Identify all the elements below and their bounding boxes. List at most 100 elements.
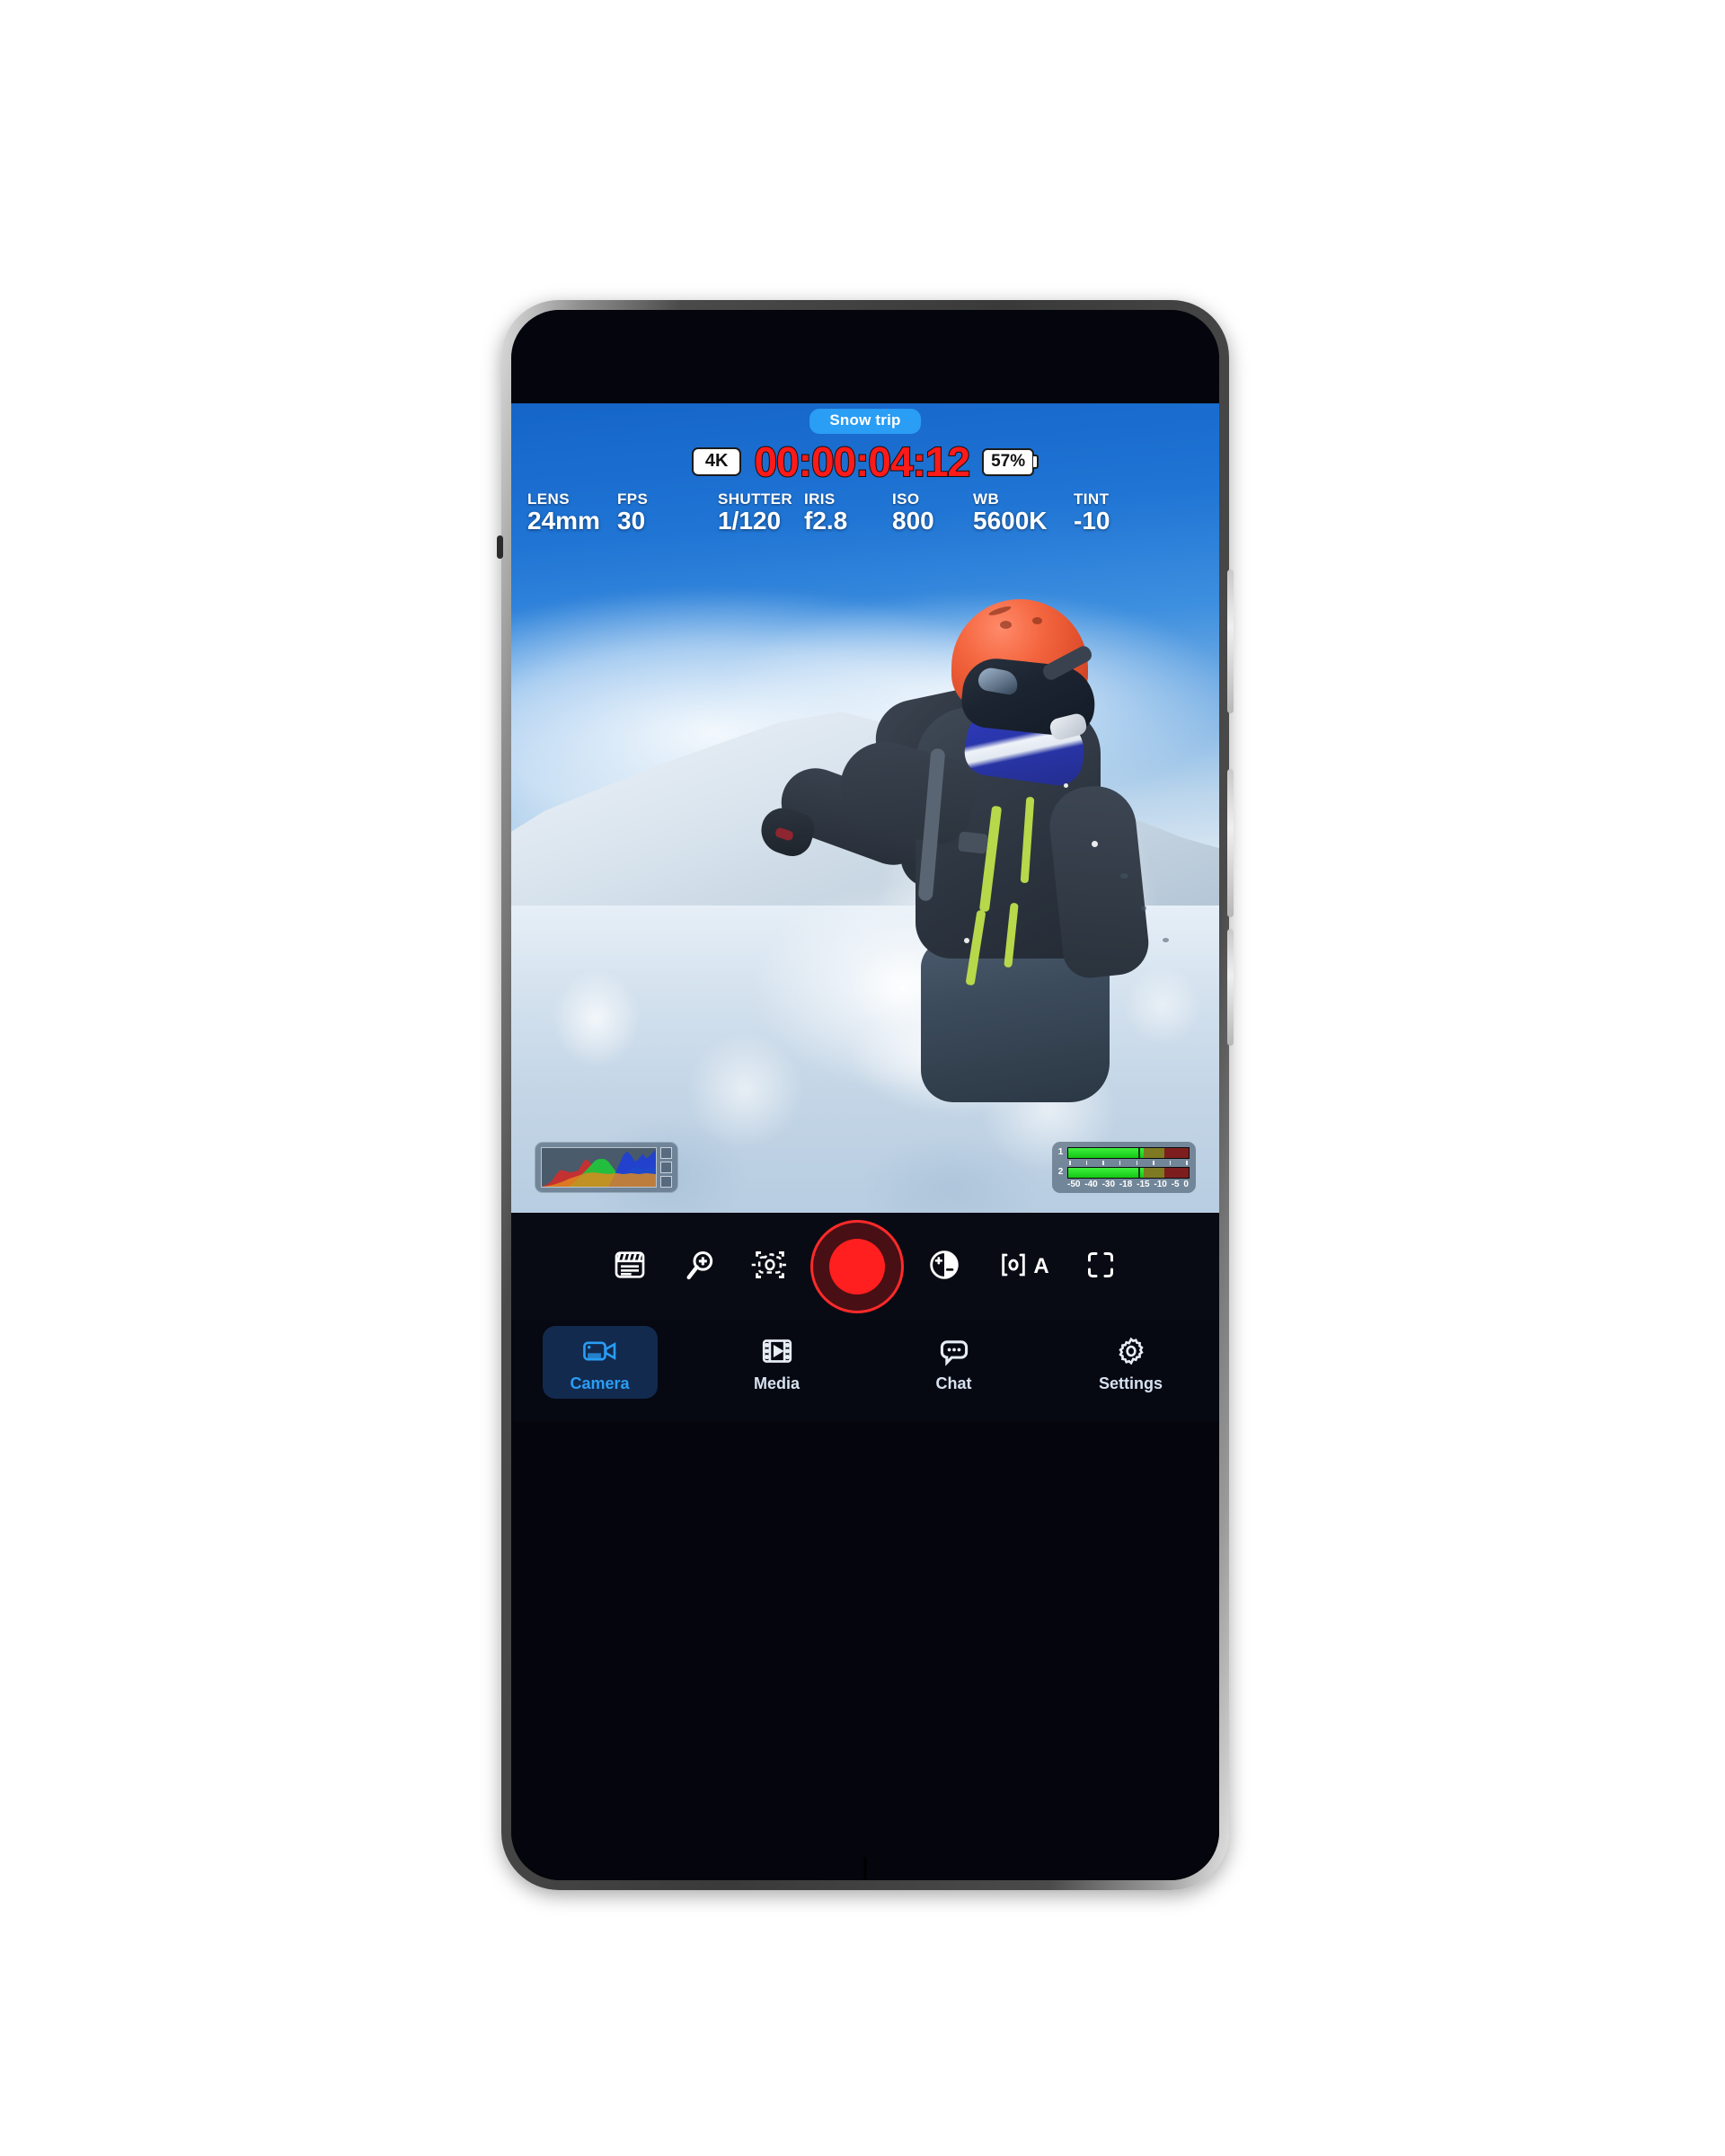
nav-item-media[interactable]: Media [720,1326,835,1399]
audio-scale-label: -5 [1171,1179,1180,1189]
snow-speck [1141,905,1147,911]
project-name-badge[interactable]: Snow trip [809,409,921,434]
audio-tick-row [1057,1160,1190,1165]
nav-item-settings[interactable]: Settings [1074,1326,1189,1399]
param-lens[interactable]: LENS 24mm [527,491,617,535]
audio-scale-label: -40 [1084,1179,1098,1189]
resolution-badge[interactable]: 4K [691,447,742,476]
snow-speck [964,937,970,943]
volume-down-button[interactable] [1227,929,1234,1046]
param-fps-label: FPS [617,490,649,508]
battery-indicator: 57% [982,447,1039,476]
param-tint[interactable]: TINT -10 [1074,490,1137,535]
audio-scale-labels: -50 -40 -30 -18 -15 -10 -5 0 [1057,1180,1190,1189]
audio-channel-row: 1 [1057,1146,1190,1159]
framing-button[interactable] [1066,1232,1136,1302]
nav-label-chat: Chat [935,1374,972,1392]
nav-label-settings: Settings [1098,1374,1163,1392]
snow-speck [1092,840,1099,847]
audio-tick [1119,1160,1121,1165]
audio-tick [1085,1160,1088,1165]
param-iso[interactable]: ISO 800 [892,490,973,535]
home-indicator[interactable] [863,1857,867,1880]
param-tint-value: -10 [1074,506,1110,535]
param-shutter-label: SHUTTER [718,490,793,508]
video-camera-icon [581,1332,619,1370]
gear-icon [1112,1332,1150,1370]
param-tint-label: TINT [1074,490,1110,508]
histogram-plot [541,1147,657,1188]
power-button[interactable] [1227,570,1234,713]
focus-button[interactable] [735,1232,805,1302]
exposure-icon [926,1247,962,1287]
sim-tray [497,535,503,559]
audio-tick [1153,1160,1154,1165]
param-wb-value: 5600K [973,506,1048,535]
slate-button[interactable] [595,1232,665,1302]
battery-nub-icon [1033,455,1039,469]
histogram-scale-cell [660,1162,672,1173]
bottom-navigation-bar: Camera Media Chat Settings [511,1321,1219,1421]
nav-item-chat[interactable]: Chat [897,1326,1012,1399]
snowboarder-subject [755,597,1162,1128]
audio-level-bar [1067,1146,1190,1159]
param-fps-value: 30 [617,506,646,535]
chat-bubble-icon [935,1332,973,1370]
framing-icon [1083,1247,1119,1287]
rider-strap-buckle [957,831,989,854]
histogram-scale-cell [660,1147,672,1159]
auto-focus-badge: A [1033,1254,1049,1278]
phone-device-frame: Snow trip 4K 00:00:04:12 57% LENS 24mm F… [497,300,1234,1890]
audio-scale-label: -30 [1101,1179,1116,1189]
audio-seg-red [1164,1147,1189,1158]
audio-channel-label: 1 [1057,1147,1064,1157]
audio-seg-amber [1144,1167,1165,1178]
audio-seg-amber [1144,1147,1165,1158]
zoom-in-icon [682,1247,718,1287]
record-button[interactable] [810,1220,904,1313]
param-wb-label: WB [973,490,1000,508]
exposure-button[interactable] [909,1232,979,1302]
histogram-scale-cell [660,1176,672,1188]
zoom-button[interactable] [665,1232,735,1302]
auto-focus-button[interactable]: A [979,1232,1066,1302]
param-shutter-value: 1/120 [718,506,782,535]
audio-scale-label: -18 [1119,1179,1133,1189]
project-badge-row: Snow trip [511,409,1219,434]
audio-seg-green [1068,1147,1138,1158]
audio-seg-green [1068,1167,1138,1178]
camera-control-bar: A [511,1213,1219,1321]
audio-tick [1069,1160,1071,1165]
audio-level-bar [1067,1166,1190,1179]
audio-channel-row: 2 [1057,1166,1190,1179]
audio-scale-label: 0 [1183,1179,1189,1189]
param-iso-label: ISO [892,490,920,508]
audio-meter-widget[interactable]: 1 2 -50 -40 -30 -18 -15 -10 -5 0 [1052,1142,1196,1193]
histogram-zebra-scale [660,1147,672,1188]
audio-seg-red [1164,1167,1189,1178]
histogram-widget[interactable] [535,1142,678,1193]
film-play-icon [758,1332,796,1370]
auto-focus-icon [995,1247,1031,1287]
param-iso-value: 800 [892,506,934,535]
slate-icon [612,1247,648,1287]
snow-speck [1162,937,1169,942]
param-iris-value: f2.8 [804,506,848,535]
battery-percentage: 57% [982,447,1035,476]
nav-label-media: Media [753,1374,800,1392]
param-fps[interactable]: FPS 30 [617,490,718,535]
nav-item-camera[interactable]: Camera [542,1326,658,1399]
camera-focus-icon [750,1247,790,1287]
volume-up-button[interactable] [1227,769,1234,917]
param-iris[interactable]: IRIS f2.8 [804,490,892,535]
audio-scale-label: -50 [1067,1179,1081,1189]
hud-top-overlay: Snow trip 4K 00:00:04:12 57% LENS 24mm F… [511,403,1219,543]
snow-speck [1119,872,1128,879]
timecode-row: 4K 00:00:04:12 57% [511,440,1219,483]
camera-viewfinder[interactable]: Snow trip 4K 00:00:04:12 57% LENS 24mm F… [511,403,1219,1213]
param-iris-label: IRIS [804,490,836,508]
audio-channel-label: 2 [1057,1167,1064,1178]
param-lens-value: 24mm [527,506,600,535]
param-shutter[interactable]: SHUTTER 1/120 [718,490,804,535]
param-wb[interactable]: WB 5600K [973,490,1074,535]
